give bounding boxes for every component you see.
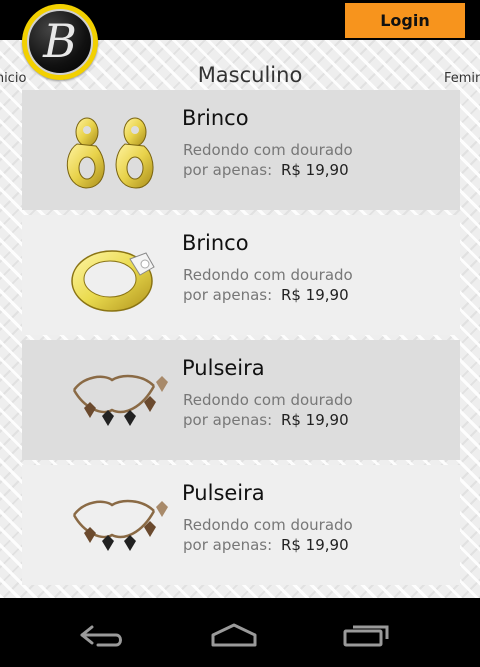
- product-price-row: por apenas: R$ 19,90: [183, 161, 349, 179]
- product-card[interactable]: Brinco Redondo com dourado por apenas: R…: [22, 215, 460, 335]
- price-label: por apenas:: [183, 286, 273, 304]
- system-nav-bar: [0, 598, 480, 667]
- product-price: R$ 19,90: [280, 161, 349, 179]
- home-icon[interactable]: [204, 618, 264, 652]
- product-description: Redondo com dourado: [183, 141, 353, 159]
- product-card[interactable]: Pulseira Redondo com dourado por apenas:…: [22, 340, 460, 460]
- price-label: por apenas:: [183, 536, 273, 554]
- product-title: Pulseira: [182, 356, 265, 380]
- product-list: Brinco Redondo com dourado por apenas: R…: [22, 90, 460, 590]
- bracelet-image: [44, 471, 180, 579]
- product-price-row: por apenas: R$ 19,90: [183, 411, 349, 429]
- product-price: R$ 19,90: [280, 286, 349, 304]
- nav-title-masculino: Masculino: [197, 63, 303, 87]
- login-button[interactable]: Login: [345, 3, 465, 38]
- product-price-row: por apenas: R$ 19,90: [183, 286, 349, 304]
- price-label: por apenas:: [183, 161, 273, 179]
- nav-tab-feminino[interactable]: Feminino: [444, 71, 480, 86]
- logo-letter: B: [43, 14, 77, 68]
- app-screen: Login B Inicio Masculino Feminino: [0, 0, 480, 598]
- product-title: Pulseira: [182, 481, 265, 505]
- ring-image: [44, 221, 180, 329]
- product-description: Redondo com dourado: [183, 516, 353, 534]
- earrings-image: [44, 96, 180, 204]
- recent-apps-icon[interactable]: [336, 618, 396, 652]
- bracelet-image: [44, 346, 180, 454]
- product-price: R$ 19,90: [280, 411, 349, 429]
- product-price: R$ 19,90: [280, 536, 349, 554]
- product-title: Brinco: [182, 106, 249, 130]
- product-description: Redondo com dourado: [183, 391, 353, 409]
- product-title: Brinco: [182, 231, 249, 255]
- product-card[interactable]: Brinco Redondo com dourado por apenas: R…: [22, 90, 460, 210]
- back-icon[interactable]: [72, 618, 132, 652]
- product-price-row: por apenas: R$ 19,90: [183, 536, 349, 554]
- product-description: Redondo com dourado: [183, 266, 353, 284]
- product-card[interactable]: Pulseira Redondo com dourado por apenas:…: [22, 465, 460, 585]
- price-label: por apenas:: [183, 411, 273, 429]
